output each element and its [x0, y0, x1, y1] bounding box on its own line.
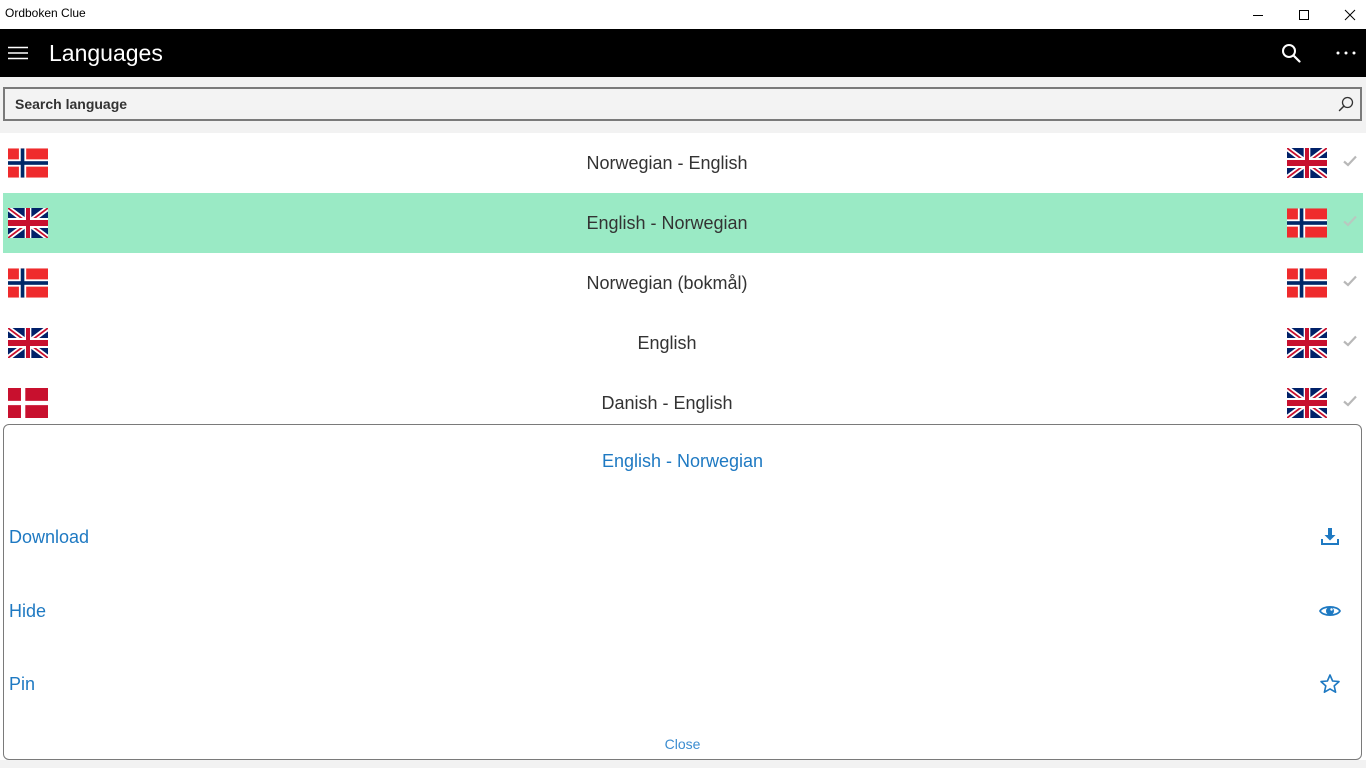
maximize-icon	[1299, 9, 1309, 20]
maximize-button[interactable]	[1281, 0, 1327, 29]
uk-flag-icon	[1287, 328, 1327, 358]
download-icon	[1321, 528, 1339, 545]
language-list: Norwegian - English English - Norwegian …	[3, 133, 1363, 424]
window-title-bar: Ordboken Clue	[0, 0, 1366, 29]
norway-flag-icon	[1287, 208, 1327, 238]
language-row-danish-english[interactable]: Danish - English	[3, 373, 1363, 424]
close-window-button[interactable]	[1327, 0, 1366, 29]
minimize-icon	[1253, 14, 1263, 16]
language-label: English - Norwegian	[586, 213, 748, 233]
minimize-button[interactable]	[1235, 0, 1281, 29]
language-row-english-norwegian[interactable]: English - Norwegian	[3, 193, 1363, 253]
norway-flag-icon	[1287, 268, 1327, 298]
search-icon	[1282, 44, 1301, 63]
hide-label: Hide	[9, 601, 47, 621]
appbar-search-button[interactable]	[1270, 29, 1312, 77]
page-title: Languages	[49, 40, 163, 66]
eye-icon	[1319, 605, 1341, 617]
flyout-title: English - Norwegian	[601, 451, 764, 471]
app-bar: Languages	[0, 29, 1366, 77]
language-label: Norwegian (bokmål)	[586, 273, 748, 293]
star-icon	[1320, 674, 1340, 693]
uk-flag-icon	[1287, 148, 1327, 178]
more-options-button[interactable]	[1326, 29, 1366, 77]
more-options-icon	[1336, 51, 1356, 55]
language-options-flyout: English - Norwegian Download Hide Pin Cl…	[3, 424, 1362, 760]
window-title: Ordboken Clue	[5, 6, 86, 20]
pin-action[interactable]: Pin	[4, 664, 1361, 704]
search-area	[0, 77, 1366, 133]
hamburger-menu-icon	[8, 46, 28, 60]
close-icon	[1344, 9, 1356, 20]
check-icon	[1343, 275, 1357, 287]
search-box	[3, 87, 1362, 121]
close-flyout-link[interactable]: Close	[4, 736, 1361, 752]
language-row-english[interactable]: English	[3, 313, 1363, 373]
hide-action[interactable]: Hide	[4, 591, 1361, 631]
uk-flag-icon	[1287, 388, 1327, 418]
check-icon	[1343, 215, 1357, 227]
check-icon	[1343, 395, 1357, 407]
pin-label: Pin	[9, 674, 36, 694]
download-action[interactable]: Download	[4, 517, 1361, 557]
language-label: Norwegian - English	[586, 153, 748, 173]
language-label: English	[637, 333, 697, 353]
bottom-strip	[0, 760, 1366, 768]
check-icon	[1343, 155, 1357, 167]
search-box-icon[interactable]	[1338, 96, 1354, 112]
language-row-norwegian-bokmal[interactable]: Norwegian (bokmål)	[3, 253, 1363, 313]
language-label: Danish - English	[601, 393, 733, 413]
search-language-input[interactable]	[5, 89, 1325, 119]
language-row-norwegian-english[interactable]: Norwegian - English	[3, 133, 1363, 193]
download-label: Download	[9, 527, 90, 547]
check-icon	[1343, 335, 1357, 347]
hamburger-menu-button[interactable]	[0, 29, 36, 77]
